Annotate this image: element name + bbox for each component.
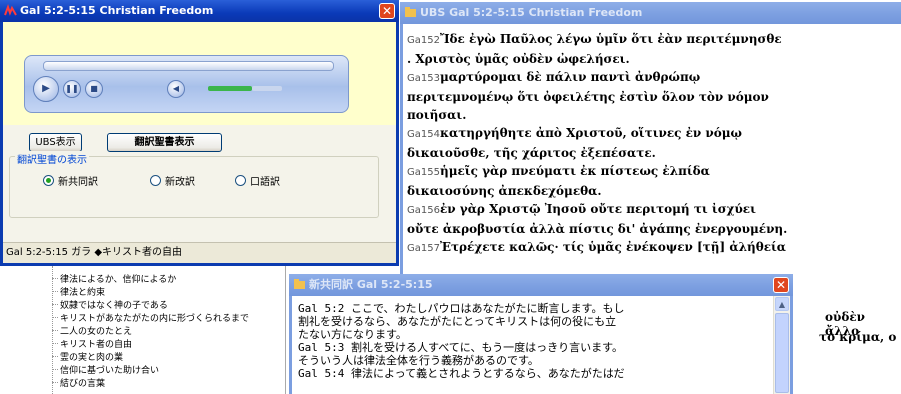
ubs-window-title: UBS Gal 5:2-5:15 Christian Freedom <box>420 6 643 19</box>
radio-shinkyodo[interactable]: 新共同訳 <box>43 173 98 188</box>
media-player: ▶ ❚❚ ■ ◀ <box>24 55 349 113</box>
close-icon[interactable]: ✕ <box>773 277 789 293</box>
volume-slider-track[interactable] <box>252 86 282 91</box>
tree-item[interactable]: 結びの言葉 <box>60 376 105 389</box>
main-window-body: ▶ ❚❚ ■ ◀ UBS表示 翻訳聖書表示 翻訳聖書の表示 新共同訳 新改訳 口… <box>3 22 396 263</box>
text-line: 割礼を受けるなら、あなたがたにとってキリストは何の役にも立 <box>298 315 617 328</box>
radio-label: 新共同訳 <box>58 177 98 188</box>
greek-line: ποιῆσαι. <box>407 108 467 122</box>
tree-item[interactable]: キリスト者の自由 <box>60 337 132 350</box>
app-icon <box>4 4 17 16</box>
text-line: Gal 5:2 ここで、わたしパウロはあなたがたに断言します。もし <box>298 302 625 315</box>
text-line: Gal 5:3 割礼を受ける人すべてに、もう一度はっきり言います。 <box>298 341 624 354</box>
text-line: Gal 5:4 律法によって義とされようとするなら、あなたがたはだ <box>298 367 625 380</box>
tree-item[interactable]: 律法と約束 <box>60 285 105 298</box>
greek-line: ἡμεῖς γὰρ πνεύματι ἐκ πίστεως ἐλπίδα <box>439 164 710 178</box>
stop-icon[interactable]: ■ <box>85 80 103 98</box>
translation-window: 新共同訳 Gal 5:2-5:15 ✕ Gal 5:2 ここで、わたしパウロはあ… <box>289 274 793 394</box>
greek-line: ἐν γὰρ Χριστῷ Ἰησοῦ οὔτε περιτομή τι ἰσχ… <box>439 202 756 216</box>
verse-ref: Ga156 <box>407 205 440 216</box>
translation-display-button[interactable]: 翻訳聖書表示 <box>107 133 222 152</box>
tree-connector <box>52 369 58 370</box>
tree-connector <box>52 343 58 344</box>
volume-slider-fill[interactable] <box>208 86 252 91</box>
status-bar: Gal 5:2-5:15 ガラ ◆キリスト者の自由 <box>3 242 396 263</box>
radio-shinkai[interactable]: 新改訳 <box>150 173 195 188</box>
radio-selected-icon[interactable] <box>43 175 54 186</box>
seek-bar[interactable] <box>43 61 334 71</box>
tree-connector <box>52 382 58 383</box>
tree-item[interactable]: 律法によるか、信仰によるか <box>60 272 176 285</box>
greek-line: κατηργήθητε ἀπὸ Χριστοῦ, οἵτινες ἐν νόμῳ <box>439 126 742 140</box>
tree-connector <box>52 278 58 279</box>
tree-connector <box>52 304 58 305</box>
greek-line: τὸ κρίμα, ο <box>819 330 897 344</box>
pause-icon[interactable]: ❚❚ <box>63 80 81 98</box>
media-area: ▶ ❚❚ ■ ◀ <box>3 22 396 125</box>
tree-item[interactable]: キリストがあなたがたの内に形づくられるまで <box>60 311 249 324</box>
verse-ref: Ga157 <box>407 243 440 254</box>
text-line: そういう人は律法全体を行う義務があるのです。 <box>298 354 539 367</box>
close-icon[interactable]: ✕ <box>379 3 395 19</box>
radio-label: 新改訳 <box>165 177 195 188</box>
mute-icon[interactable]: ◀ <box>167 80 185 98</box>
text-line: たない方になります。 <box>298 328 407 341</box>
app-icon <box>405 7 416 17</box>
vertical-scrollbar[interactable]: ▲ <box>773 296 790 394</box>
greek-line: δικαιοῦσθε, τῆς χάριτος ἐξεπέσατε. <box>407 146 656 160</box>
tree-item[interactable]: 霊の実と肉の業 <box>60 350 123 363</box>
tree-connector <box>52 291 58 292</box>
greek-line: δικαιοσύνης ἀπεκδεχόμεθα. <box>407 184 602 198</box>
scroll-thumb[interactable] <box>775 313 789 393</box>
tree-connector <box>52 356 58 357</box>
translation-text-area[interactable]: Gal 5:2 ここで、わたしパウロはあなたがたに断言します。もし 割礼を受ける… <box>292 296 790 394</box>
main-window-title: Gal 5:2-5:15 Christian Freedom <box>20 4 214 17</box>
translation-group-label: 翻訳聖書の表示 <box>15 151 89 166</box>
greek-line: Ἐτρέχετε καλῶς· τίς ὑμᾶς ἐνέκοψεν [τῇ] ἀ… <box>439 240 787 254</box>
japanese-text: Gal 5:2 ここで、わたしパウロはあなたがたに断言します。もし 割礼を受ける… <box>298 302 768 380</box>
tree-item[interactable]: 奴隷ではなく神の子である <box>60 298 168 311</box>
main-window: Gal 5:2-5:15 Christian Freedom ✕ ▶ ❚❚ ■ … <box>0 0 399 266</box>
radio-icon[interactable] <box>235 175 246 186</box>
app-icon <box>294 279 305 289</box>
tree-connector <box>52 317 58 318</box>
tree-connector <box>52 330 58 331</box>
radio-icon[interactable] <box>150 175 161 186</box>
section-tree: 律法によるか、信仰によるか 律法と約束 奴隷ではなく神の子である キリストがあな… <box>0 266 286 394</box>
ubs-display-button[interactable]: UBS表示 <box>29 133 82 152</box>
verse-ref: Ga153 <box>407 73 440 84</box>
radio-kogo[interactable]: 口語訳 <box>235 173 280 188</box>
translation-window-titlebar[interactable]: 新共同訳 Gal 5:2-5:15 ✕ <box>289 274 793 296</box>
greek-line: μαρτύρομαι δὲ πάλιν παντὶ ἀνθρώπῳ <box>439 70 701 84</box>
play-icon[interactable]: ▶ <box>33 76 59 102</box>
greek-line: περιτεμνομένῳ ὅτι ὀφειλέτης ἐστὶν ὅλον τ… <box>407 90 769 104</box>
scroll-up-icon[interactable]: ▲ <box>775 297 789 311</box>
tree-item[interactable]: 信仰に基づいた助け合い <box>60 363 159 376</box>
verse-ref: Ga154 <box>407 129 440 140</box>
main-window-titlebar[interactable]: Gal 5:2-5:15 Christian Freedom ✕ <box>0 0 399 22</box>
tree-item[interactable]: 二人の女のたとえ <box>60 324 132 337</box>
greek-text: Ga152Ἴδε ἐγὼ Παῦλος λέγω ὑμῖν ὅτι ἐὰν πε… <box>407 30 899 258</box>
translation-window-title: 新共同訳 Gal 5:2-5:15 <box>309 278 433 291</box>
ubs-window-titlebar[interactable]: UBS Gal 5:2-5:15 Christian Freedom <box>400 2 901 24</box>
greek-line: οὔτε ἀκροβυστία ἀλλὰ πίστις δι' ἀγάπης ἐ… <box>407 222 788 236</box>
verse-ref: Ga152 <box>407 35 440 46</box>
greek-line: . Χριστὸς ὑμᾶς οὐδὲν ὠφελήσει. <box>407 52 630 66</box>
verse-ref: Ga155 <box>407 167 440 178</box>
radio-label: 口語訳 <box>250 177 280 188</box>
greek-line: Ἴδε ἐγὼ Παῦλος λέγω ὑμῖν ὅτι ἐὰν περιτέμ… <box>439 32 782 46</box>
